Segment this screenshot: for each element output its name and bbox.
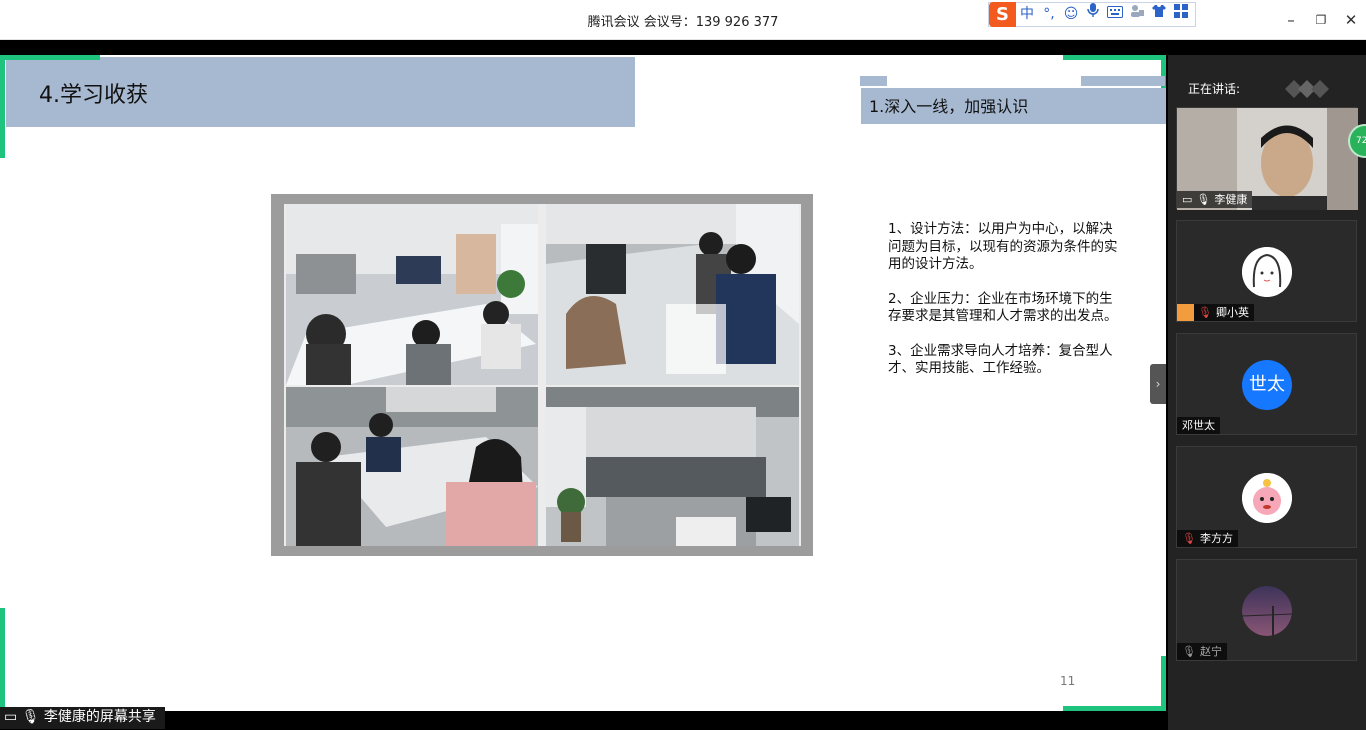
screen-share-label: ▭ 🎙 李健康的屏幕共享 (0, 707, 165, 729)
close-button[interactable]: ✕ (1341, 10, 1361, 30)
photo-meeting-room (286, 204, 538, 385)
avatar (1242, 247, 1292, 297)
participant-name-bar: 邓世太 (1177, 417, 1220, 434)
subtitle-deco-right (1081, 76, 1165, 86)
corner-accent-left (0, 55, 5, 158)
avatar (1242, 473, 1292, 523)
corner-accent-bottom-right (1063, 706, 1166, 711)
point-1: 1、设计方法：以用户为中心，以解决问题为目标，以现有的资源为条件的实用的设计方法… (888, 221, 1118, 272)
ime-toolbar[interactable]: S 中 °, ☺ (988, 2, 1196, 27)
mic-on-icon: 🎙 (1196, 193, 1211, 206)
corner-accent-top-left (0, 55, 100, 60)
slide-subtitle: 1.深入一线，加强认识 (869, 97, 1029, 116)
mic-muted-icon: 🎙 (1198, 306, 1212, 319)
shared-slide: 4.学习收获 1.深入一线，加强认识 1、设计方法：以用户为中心，以解决问题为目… (0, 55, 1166, 711)
key-points: 1、设计方法：以用户为中心，以解决问题为目标，以现有的资源为条件的实用的设计方法… (888, 221, 1118, 395)
ime-punctuation-icon[interactable]: °, (1038, 2, 1060, 27)
participant-name-bar: 🎙 李方方 (1177, 530, 1238, 547)
mic-muted-icon: 🎙 (1182, 645, 1196, 658)
subtitle-deco-left (860, 76, 887, 86)
photo-open-office (546, 387, 799, 546)
point-2: 2、企业压力：企业在市场环境下的生存要求是其管理和人才需求的出发点。 (888, 290, 1118, 325)
speaking-label: 正在讲话: (1188, 82, 1241, 96)
participant-tile-2[interactable]: 🎙 卿小英 (1176, 220, 1357, 322)
ime-chinese-mode[interactable]: 中 (1016, 2, 1038, 27)
point-3: 3、企业需求导向人才培养：复合型人才、实用技能、工作经验。 (888, 342, 1113, 377)
participant-name: 李方方 (1199, 532, 1233, 545)
participant-name: 赵宁 (1199, 645, 1222, 658)
corner-accent-top-right (1063, 55, 1166, 60)
participant-name-bar: 🎙 卿小英 (1177, 304, 1254, 321)
corner-accent-right-lower (1161, 656, 1166, 711)
mic-muted-icon: 🎙 (1182, 532, 1196, 545)
ime-skin-icon[interactable] (1148, 2, 1170, 27)
restore-button[interactable]: ❐ (1311, 10, 1331, 30)
ime-toolbox-icon[interactable] (1170, 2, 1192, 27)
host-badge-icon (1177, 304, 1194, 321)
ime-user-icon[interactable] (1126, 2, 1148, 27)
ime-keyboard-icon[interactable] (1104, 2, 1126, 27)
mic-icon: 🎙 (21, 709, 40, 725)
avatar (1242, 586, 1292, 636)
participant-name: 邓世太 (1182, 419, 1215, 432)
sogou-logo-icon[interactable]: S (989, 2, 1016, 27)
title-bar: 腾讯会议 会议号：139 926 377 S 中 °, ☺ – ❐ ✕ (0, 0, 1366, 40)
screen-share-icon: ▭ (1182, 193, 1193, 206)
participant-tile-5[interactable]: 🎙 赵宁 (1176, 559, 1357, 661)
screen-share-text: 李健康的屏幕共享 (43, 709, 156, 725)
participant-tile-4[interactable]: 🎙 李方方 (1176, 446, 1357, 548)
participant-name-bar: ▭ 🎙 李健康 (1177, 191, 1253, 208)
participant-tile-1[interactable]: ▭ 🎙 李健康 (1176, 107, 1358, 210)
ime-emoji-icon[interactable]: ☺ (1060, 2, 1082, 27)
speaking-indicator-icon (1285, 80, 1330, 98)
slide-title: 4.学习收获 (39, 83, 148, 108)
photo-office-desks (546, 204, 799, 385)
participant-name: 李健康 (1214, 193, 1248, 206)
participant-tile-3[interactable]: 世太 邓世太 (1176, 333, 1357, 435)
minimize-button[interactable]: – (1281, 10, 1301, 30)
participant-name: 卿小英 (1215, 306, 1249, 319)
avatar: 世太 (1242, 360, 1292, 410)
screen-share-icon: ▭ (4, 709, 18, 725)
slide-page-number: 11 (1060, 674, 1076, 688)
collapse-panel-button[interactable]: › (1150, 364, 1166, 404)
photo-collage-frame (271, 194, 813, 556)
photo-collage (284, 204, 801, 546)
corner-accent-bottom-left (0, 608, 5, 711)
ime-voice-icon[interactable] (1082, 2, 1104, 27)
participant-name-bar: 🎙 赵宁 (1177, 643, 1227, 660)
photo-discussion (286, 387, 538, 546)
